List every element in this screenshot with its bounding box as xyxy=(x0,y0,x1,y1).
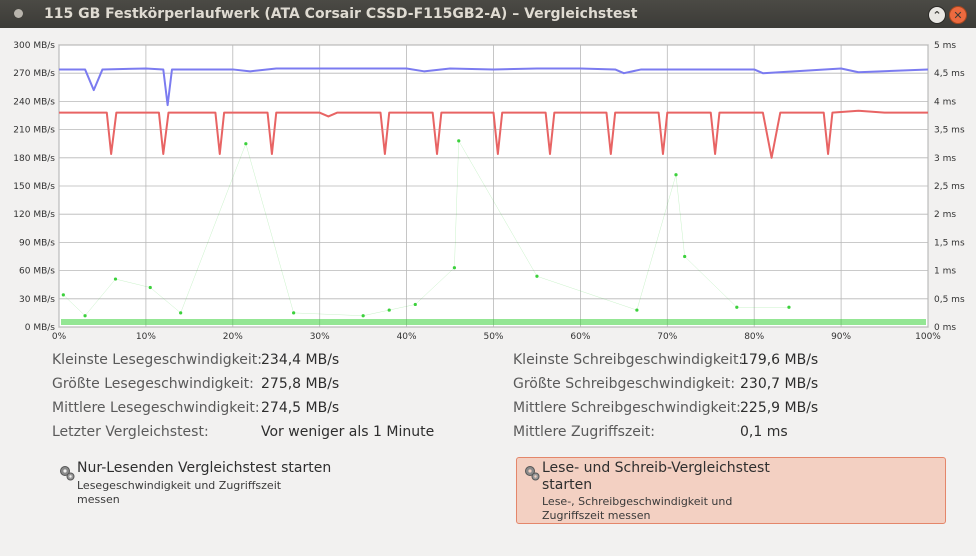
access-time-point xyxy=(292,311,296,315)
x-tick-label: 20% xyxy=(223,332,243,342)
y-right-tick-label: 2 ms xyxy=(934,210,956,220)
stat-label: Kleinste Lesegeschwindigkeit: xyxy=(52,352,262,368)
y-left-tick-label: 30 MB/s xyxy=(19,295,55,305)
x-tick-label: 100% xyxy=(915,332,941,342)
x-tick-label: 0% xyxy=(52,332,67,342)
stat-label: Mittlere Schreibgeschwindigkeit: xyxy=(513,400,741,416)
stat-value: 274,5 MB/s xyxy=(261,400,340,416)
x-tick-label: 60% xyxy=(570,332,590,342)
access-time-point xyxy=(635,308,639,312)
access-time-point xyxy=(61,293,65,297)
window-title: 115 GB Festkörperlaufwerk (ATA Corsair C… xyxy=(44,6,638,22)
x-tick-label: 50% xyxy=(483,332,503,342)
access-time-point xyxy=(683,254,687,259)
x-tick-label: 80% xyxy=(744,332,764,342)
stat-value: 225,9 MB/s xyxy=(740,400,819,416)
y-left-tick-label: 300 MB/s xyxy=(13,41,55,51)
access-time-point xyxy=(457,139,461,143)
y-right-tick-label: 4,5 ms xyxy=(934,69,965,79)
stat-label: Letzter Vergleichstest: xyxy=(52,424,209,440)
y-left-tick-label: 150 MB/s xyxy=(13,182,55,192)
action-desc-line2: messen xyxy=(77,493,120,506)
access-time-point xyxy=(787,305,791,309)
stat-value: 275,8 MB/s xyxy=(261,376,340,392)
window-menu-icon[interactable] xyxy=(14,9,23,18)
access-time-point xyxy=(735,305,739,309)
close-icon: ✕ xyxy=(953,8,963,22)
action-desc-line2: Zugriffszeit messen xyxy=(542,509,651,522)
stat-value: Vor weniger als 1 Minute xyxy=(261,424,435,440)
x-tick-label: 10% xyxy=(136,332,156,342)
access-time-point xyxy=(83,314,87,318)
stat-label: Größte Schreibgeschwindigkeit: xyxy=(513,376,736,392)
y-right-tick-label: 3,5 ms xyxy=(934,126,965,136)
gears-icon xyxy=(60,466,75,481)
access-time-point xyxy=(535,274,539,278)
y-left-tick-label: 60 MB/s xyxy=(19,267,55,277)
access-time-point xyxy=(148,285,152,290)
y-left-tick-label: 90 MB/s xyxy=(19,238,55,248)
maximize-button[interactable]: ⌃ xyxy=(928,6,946,24)
y-left-tick-label: 120 MB/s xyxy=(13,210,55,220)
start-read-benchmark-button[interactable]: Nur-Lesenden Vergleichstest starten Lese… xyxy=(51,457,481,509)
y-right-tick-label: 1 ms xyxy=(934,267,956,277)
access-time-point xyxy=(674,173,678,177)
stat-value: 0,1 ms xyxy=(740,424,788,440)
action-desc-line1: Lese-, Schreibgeschwindigkeit und xyxy=(542,495,733,508)
stat-value: 179,6 MB/s xyxy=(740,352,819,368)
chevron-up-icon: ⌃ xyxy=(932,8,942,22)
action-title-line2: starten xyxy=(542,477,593,493)
x-tick-label: 40% xyxy=(397,332,417,342)
y-right-tick-label: 5 ms xyxy=(934,41,956,51)
y-left-tick-label: 0 MB/s xyxy=(25,323,56,333)
y-right-tick-label: 1,5 ms xyxy=(934,238,965,248)
y-right-tick-label: 3 ms xyxy=(934,154,956,164)
stat-value: 230,7 MB/s xyxy=(740,376,819,392)
stat-value: 234,4 MB/s xyxy=(261,352,340,368)
y-right-tick-label: 0,5 ms xyxy=(934,295,965,305)
access-time-point xyxy=(244,142,248,146)
action-title-line1: Lese- und Schreib-Vergleichstest xyxy=(542,460,770,476)
window-titlebar[interactable]: 115 GB Festkörperlaufwerk (ATA Corsair C… xyxy=(0,0,976,28)
benchmark-chart: 0 MB/s 0 ms 30 MB/s 0,5 ms 60 MB/s 1 ms 90 MB/… xyxy=(0,36,976,348)
y-left-tick-label: 210 MB/s xyxy=(13,126,55,136)
access-time-point xyxy=(452,266,456,270)
access-time-point xyxy=(113,277,118,281)
y-right-tick-label: 4 ms xyxy=(934,97,956,107)
close-button[interactable]: ✕ xyxy=(949,6,967,24)
gears-icon xyxy=(525,466,540,481)
x-tick-label: 30% xyxy=(310,332,330,342)
access-time-point xyxy=(361,314,365,318)
x-tick-label: 70% xyxy=(657,332,677,342)
stat-label: Größte Lesegeschwindigkeit: xyxy=(52,376,254,392)
start-read-write-benchmark-button[interactable]: Lese- und Schreib-Vergleichstest starten… xyxy=(516,457,946,524)
access-time-point xyxy=(179,311,183,315)
stat-label: Mittlere Zugriffszeit: xyxy=(513,424,655,440)
y-left-tick-label: 180 MB/s xyxy=(13,154,55,164)
access-time-point xyxy=(413,302,417,307)
stat-label: Mittlere Lesegeschwindigkeit: xyxy=(52,400,260,416)
y-left-tick-label: 240 MB/s xyxy=(13,97,55,107)
action-desc-line1: Lesegeschwindigkeit und Zugriffszeit xyxy=(77,479,282,492)
stat-label: Kleinste Schreibgeschwindigkeit: xyxy=(513,352,744,368)
y-right-tick-label: 2,5 ms xyxy=(934,182,965,192)
access-time-point xyxy=(387,308,391,312)
y-left-tick-label: 270 MB/s xyxy=(13,69,55,79)
x-tick-label: 90% xyxy=(831,332,851,342)
access-time-dense-band xyxy=(61,319,926,325)
benchmark-chart-svg: 0 MB/s 0 ms30 MB/s 0,5 ms60 MB/s 1 ms90 MB/… xyxy=(13,41,965,342)
action-title: Nur-Lesenden Vergleichstest starten xyxy=(77,460,332,476)
